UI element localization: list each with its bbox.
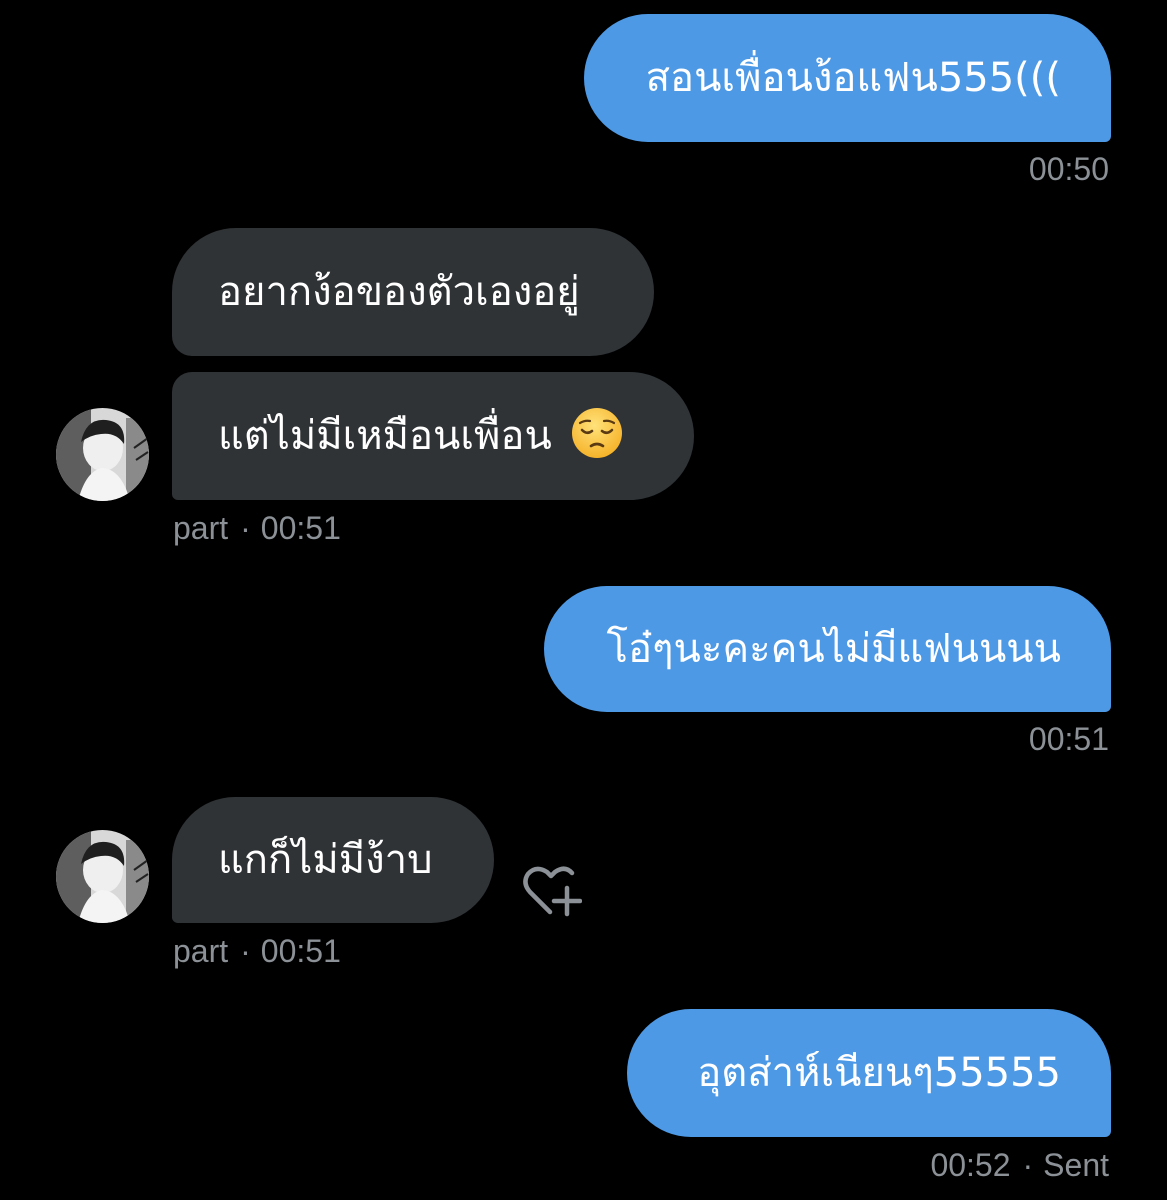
message-text: แกก็ไม่มีง้าบ bbox=[218, 837, 433, 883]
timestamp-text: 00:52 bbox=[930, 1147, 1011, 1183]
message-text: สอนเพื่อนง้อแฟน555((( bbox=[645, 55, 1061, 101]
message-meta: part · 00:51 bbox=[173, 512, 341, 544]
sender-name: part bbox=[173, 510, 229, 546]
timestamp-text: 00:50 bbox=[1028, 151, 1109, 187]
sender-name: part bbox=[173, 933, 229, 969]
separator-dot: · bbox=[240, 510, 251, 546]
message-text: อุตส่าห์เนียนๆ55555 bbox=[697, 1050, 1061, 1096]
message-text: อยากง้อของตัวเองอยู่ bbox=[218, 269, 580, 315]
separator-dot: · bbox=[1022, 1147, 1034, 1183]
message-text: โอ๋ๆนะคะคนไม่มีแฟนนนน bbox=[606, 626, 1062, 672]
outgoing-message-bubble[interactable]: อุตส่าห์เนียนๆ55555 bbox=[627, 1009, 1111, 1137]
separator-dot: · bbox=[240, 933, 251, 969]
add-reaction-heart-icon[interactable] bbox=[520, 860, 583, 922]
avatar[interactable] bbox=[56, 830, 149, 923]
incoming-message-bubble[interactable]: แกก็ไม่มีง้าบ bbox=[172, 797, 494, 923]
pensive-face-emoji-icon bbox=[570, 406, 624, 467]
message-timestamp: 00:50 bbox=[1029, 153, 1109, 185]
message-meta: part · 00:51 bbox=[173, 935, 341, 967]
outgoing-message-bubble[interactable]: โอ๋ๆนะคะคนไม่มีแฟนนนน bbox=[544, 586, 1111, 712]
avatar[interactable] bbox=[56, 408, 149, 501]
timestamp-text: 00:51 bbox=[1028, 721, 1109, 757]
message-timestamp: 00:51 bbox=[1029, 723, 1109, 755]
timestamp-text: 00:51 bbox=[260, 510, 341, 546]
incoming-message-bubble[interactable]: แต่ไม่มีเหมือนเพื่อน bbox=[172, 372, 694, 500]
message-status: 00:52 · Sent bbox=[930, 1149, 1109, 1181]
timestamp-text: 00:51 bbox=[260, 933, 341, 969]
message-text: แต่ไม่มีเหมือนเพื่อน bbox=[218, 413, 552, 459]
incoming-message-bubble[interactable]: อยากง้อของตัวเองอยู่ bbox=[172, 228, 654, 356]
sent-status-text: Sent bbox=[1043, 1147, 1109, 1183]
outgoing-message-bubble[interactable]: สอนเพื่อนง้อแฟน555((( bbox=[584, 14, 1111, 142]
